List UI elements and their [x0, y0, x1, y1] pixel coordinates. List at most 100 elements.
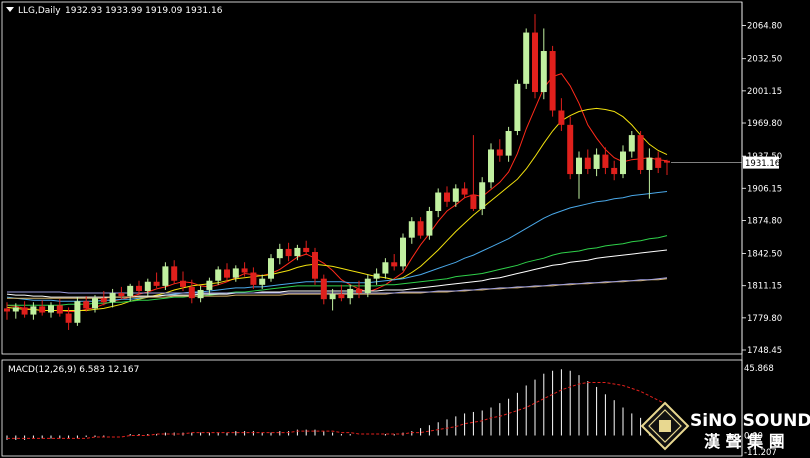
candle-body	[567, 124, 574, 175]
moving-averages	[6, 73, 668, 312]
candle-body	[655, 157, 662, 168]
candle-body	[382, 262, 389, 274]
candle-body	[628, 135, 635, 152]
candle-body	[312, 252, 318, 279]
candle-body	[593, 154, 600, 169]
price-tick-label: 1811.15	[747, 282, 782, 292]
candle-body	[250, 272, 257, 285]
candle-body	[637, 135, 644, 170]
candle-body	[109, 293, 116, 303]
candle-body	[215, 269, 222, 281]
candle-body	[391, 262, 398, 267]
candle-body	[276, 248, 283, 259]
chart-canvas[interactable]: LLG,Daily 1932.93 1933.99 1919.09 1931.1…	[0, 0, 810, 458]
candle-body	[488, 149, 494, 183]
candle-body	[241, 268, 248, 273]
candle-body	[153, 281, 160, 286]
candle-body	[400, 237, 406, 267]
price-tick-label: 1748.45	[747, 346, 782, 356]
price-tick-label: 2032.50	[747, 55, 782, 65]
candle-body	[408, 221, 415, 238]
current-price-badge: 1931.16	[743, 156, 780, 169]
candle-body	[664, 160, 670, 163]
candle-body	[74, 301, 81, 323]
candle-body	[514, 83, 521, 132]
candle-body	[83, 301, 90, 309]
candle-body	[496, 149, 503, 156]
candle-body	[338, 294, 345, 299]
candle-body	[532, 32, 538, 93]
candles	[4, 14, 670, 330]
candle-body	[232, 268, 239, 278]
candle-body	[611, 167, 618, 175]
candle-body	[452, 188, 459, 202]
candle-body	[162, 266, 169, 286]
candle-body	[127, 285, 134, 297]
macd-tick-label: 45.868	[744, 364, 774, 374]
candle-body	[435, 192, 442, 211]
svg-text:1931.16: 1931.16	[745, 159, 780, 169]
candle-body	[320, 278, 327, 300]
candle-body	[30, 306, 37, 315]
candle-body	[56, 305, 63, 314]
candle-body	[268, 258, 274, 279]
candle-body	[303, 247, 310, 253]
sino-sound-logo: SiNO SOUND 漢 聲 集 團	[640, 401, 810, 451]
candle-body	[620, 151, 626, 175]
price-tick-label: 1969.80	[747, 119, 782, 129]
candle-body	[602, 154, 609, 168]
candle-body	[259, 278, 266, 285]
candle-body	[356, 288, 362, 294]
candle-body	[48, 305, 54, 313]
candle-body	[523, 32, 530, 84]
candle-body	[347, 288, 354, 299]
candle-body	[206, 280, 213, 290]
price-tick-label: 1906.15	[747, 184, 782, 194]
candle-body	[224, 269, 230, 278]
price-tick-label: 1779.80	[747, 314, 782, 324]
ma-line-0	[6, 73, 668, 312]
candle-body	[100, 298, 107, 303]
candle-body	[584, 157, 591, 169]
ma-line-3	[7, 235, 668, 306]
candle-body	[294, 247, 301, 257]
candle-body	[4, 308, 10, 312]
ohlc-readout: 1932.93 1933.99 1919.09 1931.16	[65, 6, 223, 16]
candle-body	[373, 273, 380, 279]
ma-line-4	[6, 249, 668, 298]
candle-body	[646, 157, 653, 170]
candle-body	[505, 131, 512, 156]
candle-body	[426, 210, 433, 236]
candle-body	[479, 182, 486, 209]
price-tick-label: 2064.80	[747, 22, 782, 32]
candle-body	[461, 188, 468, 195]
candle-body	[576, 157, 582, 175]
price-tick-label: 1874.80	[747, 216, 782, 226]
candle-body	[144, 281, 151, 291]
candle-body	[197, 289, 204, 299]
svg-text:SiNO SOUND: SiNO SOUND	[690, 411, 810, 431]
candle-body	[329, 294, 336, 300]
candle-body	[364, 278, 371, 294]
candle-body	[65, 313, 72, 323]
candle-body	[444, 192, 450, 202]
candle-body	[180, 280, 186, 287]
candle-body	[417, 221, 424, 236]
candle-body	[39, 306, 46, 313]
candle-body	[285, 248, 292, 257]
svg-text:漢 聲 集 團: 漢 聲 集 團	[704, 432, 785, 451]
candle-body	[558, 110, 565, 125]
price-tick-label: 1842.50	[747, 250, 782, 260]
candle-body	[470, 194, 477, 209]
candle-body	[540, 51, 547, 93]
candle-body	[171, 266, 178, 281]
candle-body	[118, 293, 125, 297]
candle-body	[12, 307, 19, 312]
chart-symbol: LLG,Daily	[18, 6, 61, 16]
chart-window[interactable]: LLG,Daily 1932.93 1933.99 1919.09 1931.1…	[0, 0, 810, 458]
price-tick-label: 2001.15	[747, 87, 782, 97]
macd-label: MACD(12,26,9) 6.583 12.167	[8, 365, 139, 375]
price-axis: 2064.802032.502001.151969.801937.501906.…	[671, 22, 782, 356]
collapse-triangle-icon[interactable]	[6, 7, 14, 12]
candle-body	[21, 307, 28, 315]
